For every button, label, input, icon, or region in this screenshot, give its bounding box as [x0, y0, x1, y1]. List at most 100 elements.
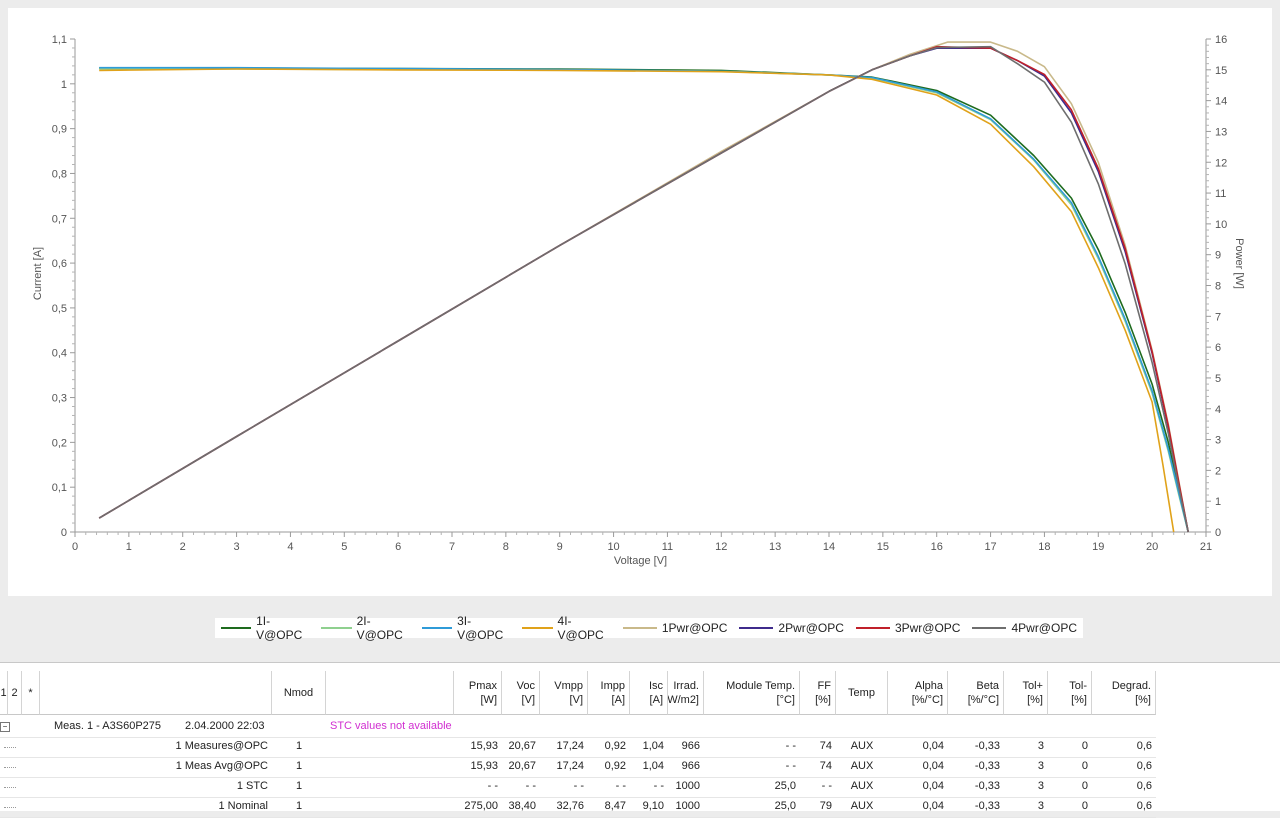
column-header-tolp[interactable]: Tol+ [%] — [1004, 671, 1048, 715]
legend-item[interactable]: 2I-V@OPC — [315, 614, 415, 642]
table-cell-beta: -0,33 — [974, 740, 1000, 752]
y-tick-label: 0,7 — [52, 213, 67, 225]
x-tick-label: 6 — [395, 541, 401, 553]
column-header-isc[interactable]: Isc [A] — [630, 671, 668, 715]
legend-item[interactable]: 3I-V@OPC — [416, 614, 516, 642]
expand-toggle-icon[interactable]: − — [0, 722, 10, 732]
table-cell-temp: AUX — [850, 780, 874, 792]
column-header-tolm[interactable]: Tol- [%] — [1048, 671, 1092, 715]
y2-tick-label: 16 — [1215, 34, 1227, 46]
column-header-impp[interactable]: Impp [A] — [588, 671, 630, 715]
column-header-c2[interactable]: 2 — [8, 671, 22, 715]
table-cell-impp: 8,47 — [604, 800, 626, 812]
column-header-name[interactable] — [40, 671, 272, 715]
legend-label: 1I-V@OPC — [256, 614, 303, 642]
legend-item[interactable]: 4Pwr@OPC — [966, 618, 1083, 638]
column-header-unit: [%/°C] — [911, 693, 943, 706]
table-cell-voc: 38,40 — [508, 800, 536, 812]
x-tick-label: 9 — [557, 541, 563, 553]
column-header-label: FF — [817, 679, 831, 692]
stc-note: STC values not available — [330, 720, 452, 732]
series-line-2Pwr@OPC — [98, 47, 1189, 533]
table-cell-tolp: 3 — [1037, 760, 1044, 772]
column-header-unit: [A] — [611, 693, 625, 706]
column-header-alpha[interactable]: Alpha [%/°C] — [888, 671, 948, 715]
column-header-nmod[interactable]: Nmod — [272, 671, 326, 715]
y2-tick-label: 7 — [1215, 311, 1221, 323]
legend-item[interactable]: 3Pwr@OPC — [850, 618, 967, 638]
table-cell-alpha: 0,04 — [922, 760, 944, 772]
table-cell-temp: AUX — [850, 740, 874, 752]
table-cell-beta: -0,33 — [974, 800, 1000, 812]
y-tick-label: 0,6 — [52, 258, 67, 270]
group-date: 2.04.2000 22:03 — [185, 720, 265, 732]
column-header-c1[interactable]: 1 — [0, 671, 8, 715]
table-cell-pmax: 275,00 — [464, 800, 498, 812]
column-header-vmpp[interactable]: Vmpp [V] — [540, 671, 588, 715]
y-tick-label: 0,9 — [52, 124, 67, 136]
table-cell-isc: - - — [653, 780, 664, 792]
column-header-ff[interactable]: FF [%] — [800, 671, 836, 715]
series-line-3I-V@OPC — [99, 66, 1189, 533]
column-header-note[interactable] — [326, 671, 454, 715]
table-cell-tolm: 0 — [1081, 760, 1088, 772]
x-tick-label: 16 — [931, 541, 943, 553]
column-header-label: 2 — [11, 686, 18, 699]
table-cell-tolm: 0 — [1081, 740, 1088, 752]
column-header-label: Impp — [600, 679, 625, 692]
column-header-label: 1 — [0, 686, 7, 699]
x-tick-label: 20 — [1146, 541, 1158, 553]
y-tick-label: 0,1 — [52, 482, 67, 494]
legend-swatch — [221, 627, 252, 629]
legend-label: 4Pwr@OPC — [1011, 621, 1077, 635]
column-header-degrad[interactable]: Degrad. [%] — [1092, 671, 1156, 715]
y-tick-label: 0,8 — [52, 168, 67, 180]
column-header-irrad[interactable]: Irrad.[W/m2] — [668, 671, 704, 715]
y2-tick-label: 4 — [1215, 404, 1221, 416]
table-cell-mtemp: 25,0 — [774, 800, 796, 812]
table-cell-degrad: 0,6 — [1136, 800, 1152, 812]
legend-item[interactable]: 4I-V@OPC — [516, 614, 616, 642]
column-header-c3[interactable]: * — [22, 671, 40, 715]
table-cell-beta: -0,33 — [974, 760, 1000, 772]
y2-tick-label: 13 — [1215, 126, 1227, 138]
y2-tick-label: 0 — [1215, 527, 1221, 539]
table-cell-name: 1 STC — [236, 780, 268, 792]
table-cell-vmpp: 17,24 — [556, 760, 584, 772]
table-cell-mtemp: - - — [785, 760, 796, 772]
y2-tick-label: 12 — [1215, 157, 1227, 169]
x-tick-label: 13 — [769, 541, 781, 553]
series-line-4Pwr@OPC — [98, 45, 1189, 533]
table-cell-irrad: 1000 — [675, 780, 700, 792]
x-tick-label: 1 — [126, 541, 132, 553]
chart-legend: 1I-V@OPC 2I-V@OPC 3I-V@OPC 4I-V@OPC 1Pwr@OPC… — [0, 614, 1280, 642]
table-cell-impp: 0,92 — [604, 760, 626, 772]
legend-swatch — [739, 627, 774, 629]
table-cell-irrad: 966 — [681, 760, 700, 772]
column-header-label: Vmpp — [554, 679, 583, 692]
group-name: Meas. 1 - A3S60P275 — [54, 720, 162, 732]
table-cell-pmax: 15,93 — [470, 740, 498, 752]
x-tick-label: 12 — [715, 541, 727, 553]
y2-tick-label: 15 — [1215, 65, 1227, 77]
legend-item[interactable]: 2Pwr@OPC — [733, 618, 850, 638]
column-header-unit: [W] — [480, 693, 498, 706]
column-header-temp[interactable]: Temp — [836, 671, 888, 715]
x-tick-label: 0 — [72, 541, 78, 553]
legend-item[interactable]: 1I-V@OPC — [215, 614, 315, 642]
column-header-beta[interactable]: Beta [%/°C] — [948, 671, 1004, 715]
table-cell-mtemp: 25,0 — [774, 780, 796, 792]
table-cell-alpha: 0,04 — [922, 800, 944, 812]
y2-tick-label: 10 — [1215, 219, 1227, 231]
table-cell-pmax: 15,93 — [470, 760, 498, 772]
column-header-label: Pmax — [468, 679, 497, 692]
x-tick-label: 11 — [662, 541, 673, 553]
column-header-mtemp[interactable]: Module Temp. [°C] — [704, 671, 800, 715]
y-tick-label: 1,1 — [52, 34, 67, 46]
table-cell-irrad: 966 — [681, 740, 700, 752]
legend-item[interactable]: 1Pwr@OPC — [617, 618, 734, 638]
column-header-voc[interactable]: Voc [V] — [502, 671, 540, 715]
column-header-pmax[interactable]: Pmax [W] — [454, 671, 502, 715]
table-cell-ff: - - — [821, 780, 832, 792]
legend-swatch — [421, 627, 453, 629]
